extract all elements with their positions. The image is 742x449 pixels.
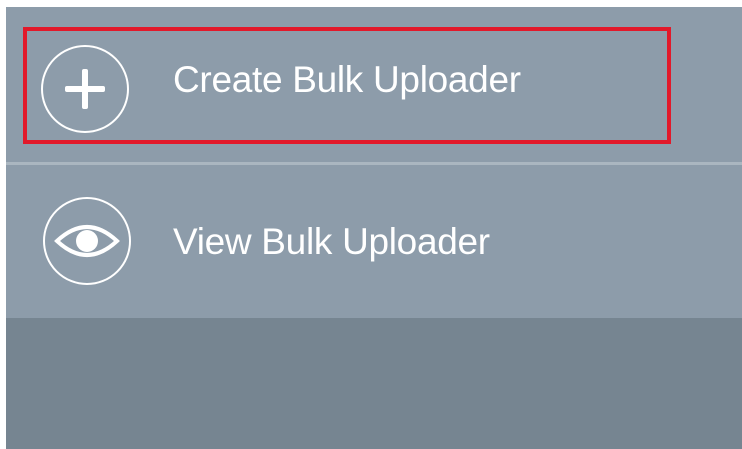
view-bulk-uploader-label: View Bulk Uploader [173,221,490,262]
menu-empty-area [6,318,742,449]
eye-icon [43,197,131,285]
plus-circle-icon [41,45,129,133]
create-bulk-uploader-item[interactable]: Create Bulk Uploader [6,7,742,162]
view-bulk-uploader-item[interactable]: View Bulk Uploader [6,165,742,318]
create-bulk-uploader-label: Create Bulk Uploader [173,59,521,100]
side-menu: Create Bulk Uploader View Bulk Uploader [6,7,742,449]
